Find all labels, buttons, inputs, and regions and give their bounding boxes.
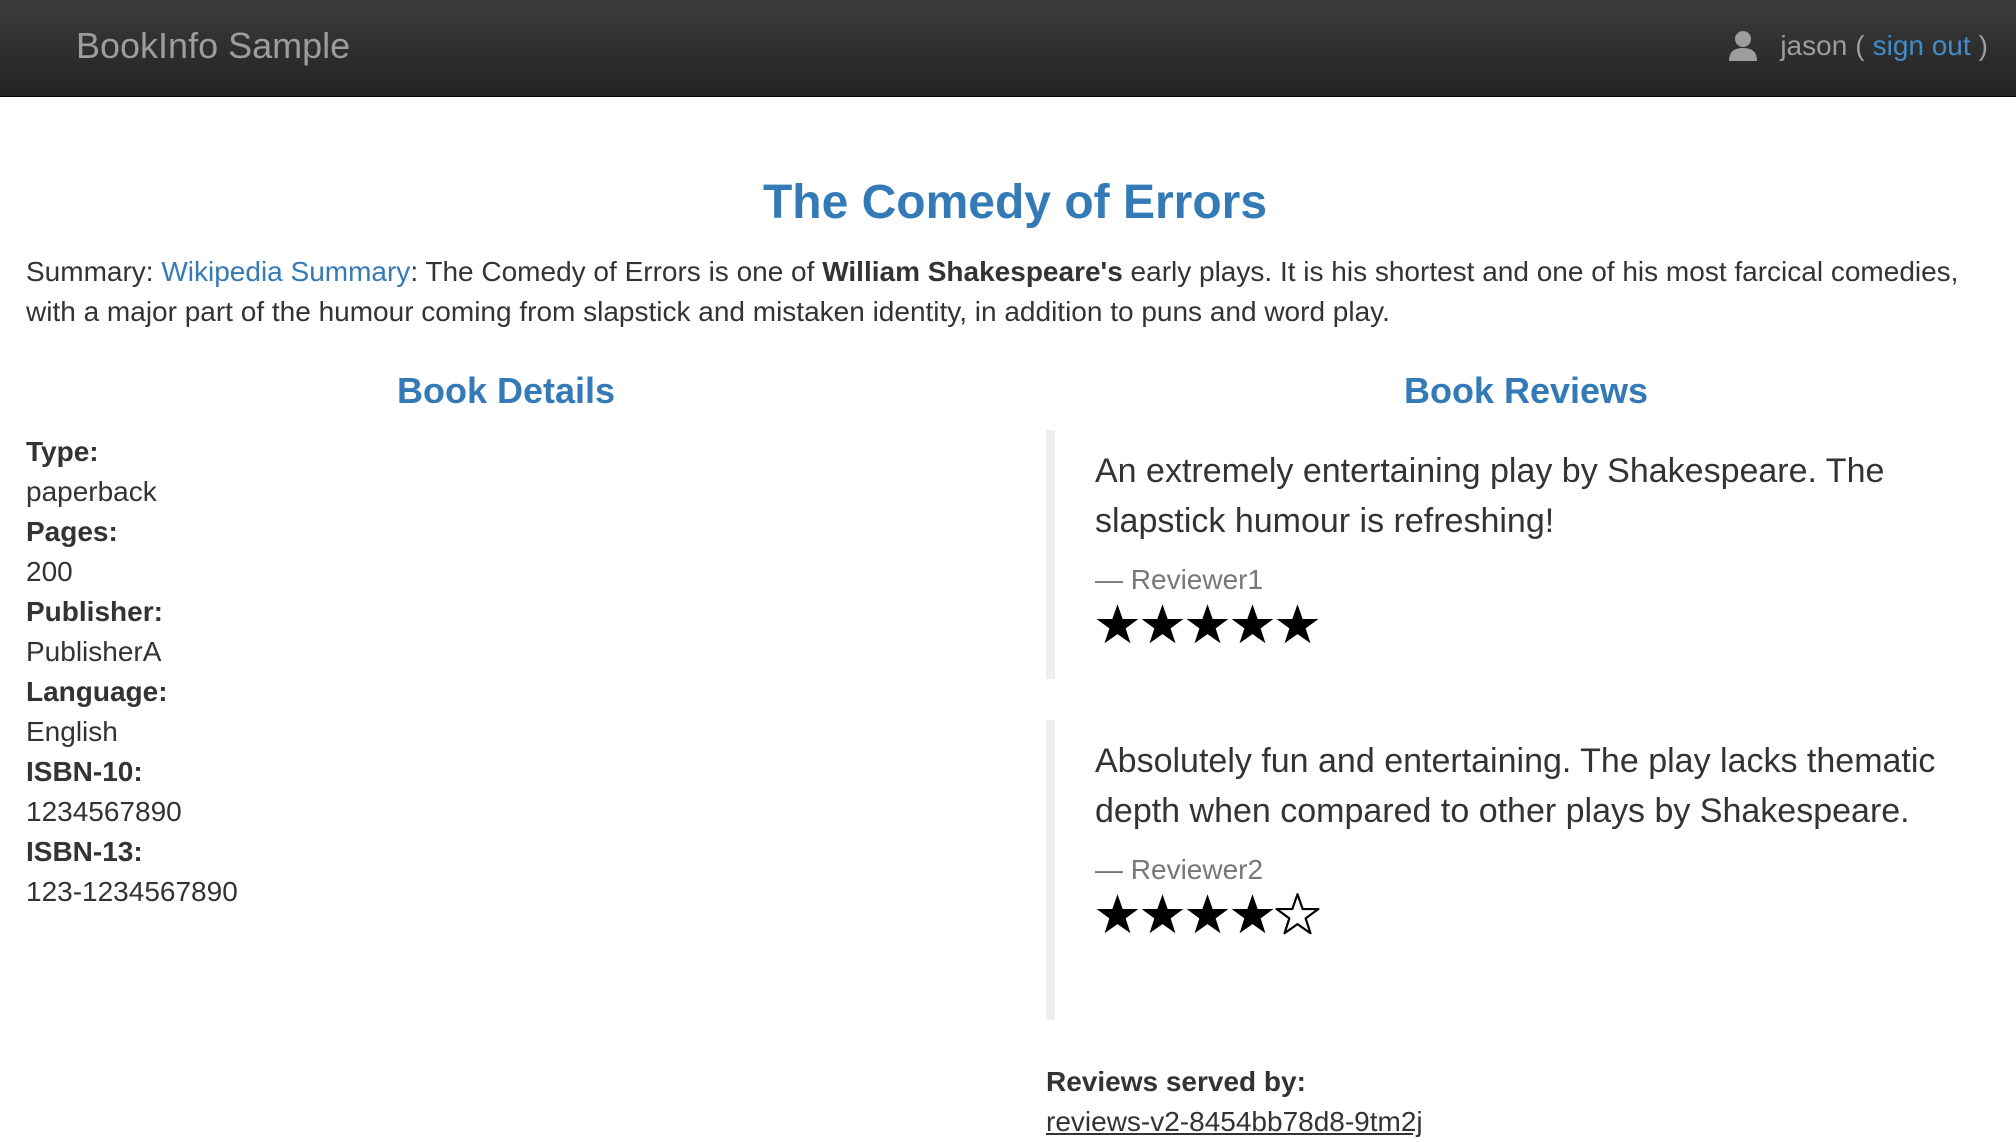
summary-author: William Shakespeare's bbox=[822, 256, 1123, 287]
star-empty-icon bbox=[1275, 893, 1320, 935]
detail-label-language: Language: bbox=[26, 676, 168, 707]
star-filled-icon bbox=[1276, 604, 1319, 644]
detail-label-isbn10: ISBN-10: bbox=[26, 756, 143, 787]
served-by-pod-link[interactable]: reviews-v2-8454bb78d8-9tm2j bbox=[1046, 1106, 1423, 1137]
brand-title[interactable]: BookInfo Sample bbox=[76, 22, 350, 70]
detail-value-language: English bbox=[26, 716, 118, 747]
detail-label-type: Type: bbox=[26, 436, 99, 467]
star-filled-icon bbox=[1186, 604, 1229, 644]
detail-label-isbn13: ISBN-13: bbox=[26, 836, 143, 867]
book-details: Type: paperback Pages: 200 Publisher: Pu… bbox=[26, 432, 726, 912]
book-reviews-heading: Book Reviews bbox=[1403, 370, 1649, 411]
detail-value-publisher: PublisherA bbox=[26, 636, 162, 667]
page-title: The Comedy of Errors bbox=[762, 176, 1268, 229]
open-paren: ( bbox=[1855, 30, 1865, 61]
detail-label-pages: Pages: bbox=[26, 516, 118, 547]
detail-value-isbn13: 123-1234567890 bbox=[26, 876, 238, 907]
detail-value-isbn10: 1234567890 bbox=[26, 796, 182, 827]
star-filled-icon bbox=[1231, 894, 1274, 934]
sign-out-link[interactable]: sign out bbox=[1873, 30, 1971, 62]
navbar: BookInfo Sample jason ( sign out ) bbox=[0, 0, 2016, 97]
summary-prefix: Summary: bbox=[26, 256, 162, 287]
summary: Summary: Wikipedia Summary: The Comedy o… bbox=[26, 252, 1986, 332]
review-rating bbox=[1095, 892, 1986, 938]
star-filled-icon bbox=[1186, 894, 1229, 934]
review-text: An extremely entertaining play by Shakes… bbox=[1095, 452, 1885, 540]
summary-text-1: : The Comedy of Errors is one of bbox=[410, 256, 823, 287]
reviewer-name: — Reviewer2 bbox=[1095, 854, 1264, 885]
book-details-heading: Book Details bbox=[396, 370, 616, 411]
reviewer-name: — Reviewer1 bbox=[1095, 564, 1264, 595]
detail-label-publisher: Publisher: bbox=[26, 596, 163, 627]
detail-value-type: paperback bbox=[26, 476, 157, 507]
star-filled-icon bbox=[1141, 894, 1184, 934]
username: jason bbox=[1780, 30, 1848, 61]
review-text: Absolutely fun and entertaining. The pla… bbox=[1095, 742, 1936, 830]
review-2: Absolutely fun and entertaining. The pla… bbox=[1046, 720, 1986, 1020]
review-1: An extremely entertaining play by Shakes… bbox=[1046, 430, 1986, 679]
star-filled-icon bbox=[1231, 604, 1274, 644]
review-rating bbox=[1095, 602, 1986, 648]
user-icon bbox=[1729, 31, 1758, 61]
wikipedia-summary-link[interactable]: Wikipedia Summary bbox=[161, 256, 410, 287]
user-box: jason ( sign out ) bbox=[1728, 25, 1988, 67]
served-by-label: Reviews served by: bbox=[1046, 1066, 1306, 1097]
star-filled-icon bbox=[1141, 604, 1184, 644]
close-paren: ) bbox=[1978, 30, 1988, 61]
star-filled-icon bbox=[1096, 604, 1139, 644]
reviews-served-by: Reviews served by: reviews-v2-8454bb78d8… bbox=[1046, 1062, 1423, 1142]
detail-value-pages: 200 bbox=[26, 556, 73, 587]
star-filled-icon bbox=[1096, 894, 1139, 934]
